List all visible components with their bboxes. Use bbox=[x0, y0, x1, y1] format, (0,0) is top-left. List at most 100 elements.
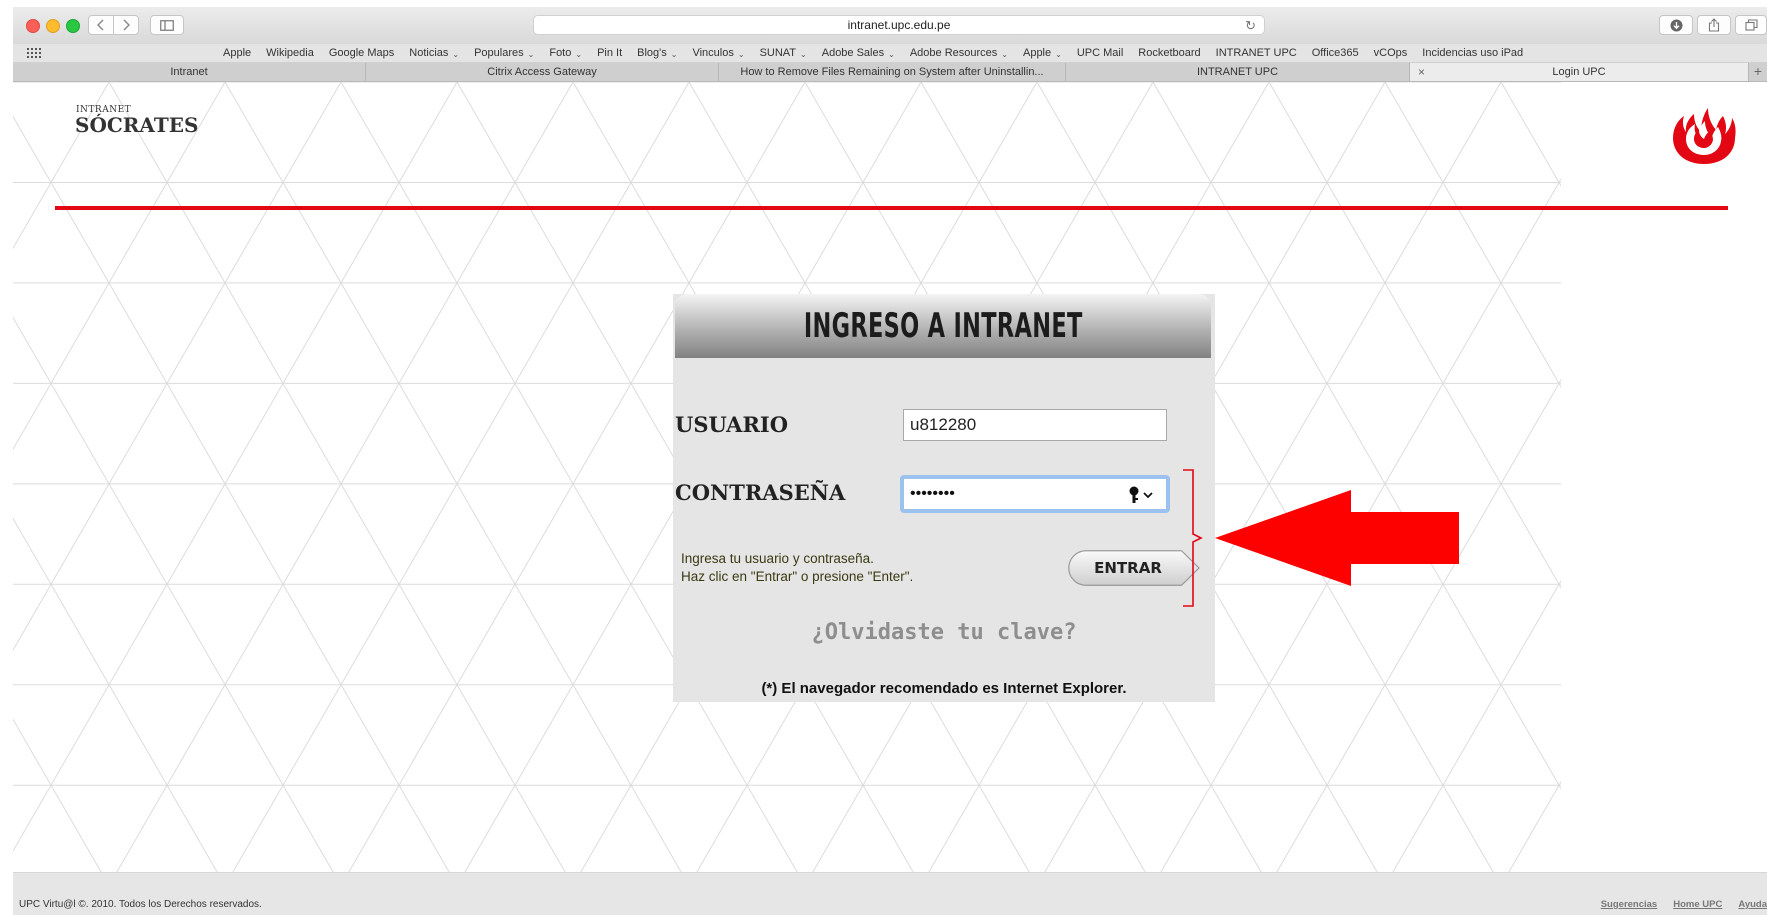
tabs-overview-icon bbox=[1744, 19, 1758, 31]
bookmark-label: Apple bbox=[1022, 47, 1052, 59]
download-icon bbox=[1670, 19, 1682, 31]
address-bar[interactable]: intranet.upc.edu.pe ↻ bbox=[533, 15, 1265, 35]
chevron-down-icon: ⌄ bbox=[800, 49, 807, 59]
share-icon bbox=[1708, 18, 1720, 32]
browser-toolbar: intranet.upc.edu.pe ↻ bbox=[13, 7, 1767, 44]
footer-link-home-upc[interactable]: Home UPC bbox=[1673, 899, 1722, 910]
chevron-down-icon: ⌄ bbox=[1055, 49, 1062, 59]
login-title: INGRESO A INTRANET bbox=[803, 306, 1083, 346]
bookmark-item[interactable]: Apple ⌄ bbox=[1023, 47, 1062, 59]
close-window-button[interactable] bbox=[26, 19, 40, 33]
bookmark-item[interactable]: Apple bbox=[223, 47, 251, 59]
bookmark-item[interactable]: Populares ⌄ bbox=[474, 47, 534, 59]
bookmark-item[interactable]: Blog's ⌄ bbox=[637, 47, 677, 59]
bookmark-item[interactable]: Adobe Resources ⌄ bbox=[910, 47, 1008, 59]
bookmark-label: Adobe Sales bbox=[821, 47, 885, 59]
close-tab-icon[interactable]: × bbox=[1418, 63, 1425, 81]
chevron-down-icon: ⌄ bbox=[527, 49, 535, 59]
bookmark-label: Office365 bbox=[1311, 47, 1359, 59]
reload-icon[interactable]: ↻ bbox=[1245, 18, 1256, 34]
login-hint-line: Haz clic en "Entrar" o presione "Enter". bbox=[681, 569, 914, 584]
bookmark-label: Rocketboard bbox=[1138, 47, 1201, 59]
bookmark-item[interactable]: Office365 bbox=[1312, 47, 1359, 59]
browser-window: intranet.upc.edu.pe ↻ Apple Wikipedia Goog… bbox=[0, 0, 1767, 915]
password-input[interactable] bbox=[906, 481, 1116, 507]
tab-intranet-upc[interactable]: INTRANET UPC bbox=[1066, 63, 1410, 81]
annotation-arrow-icon bbox=[1215, 490, 1459, 586]
bookmarks-list: Apple Wikipedia Google Maps Noticias ⌄ Popula… bbox=[223, 47, 1523, 59]
tab-login-upc[interactable]: × Login UPC bbox=[1410, 63, 1749, 81]
show-tabs-button[interactable] bbox=[1735, 15, 1767, 35]
bookmark-item[interactable]: Incidencias uso iPad bbox=[1422, 47, 1523, 59]
login-panel: INGRESO A INTRANET USUARIO CONTRASEÑA In… bbox=[673, 294, 1215, 702]
bookmark-item[interactable]: Adobe Sales ⌄ bbox=[822, 47, 895, 59]
header-divider bbox=[55, 206, 1728, 210]
bookmark-item[interactable]: Google Maps bbox=[329, 47, 394, 59]
footer-link-ayuda[interactable]: Ayuda bbox=[1738, 899, 1767, 910]
bookmark-label: Blog's bbox=[637, 47, 667, 59]
bookmark-label: Apple bbox=[223, 47, 252, 59]
minimize-window-button[interactable] bbox=[46, 19, 60, 33]
new-tab-button[interactable]: + bbox=[1749, 63, 1767, 81]
bookmark-item[interactable]: Noticias ⌄ bbox=[409, 47, 459, 59]
chevron-down-icon: ⌄ bbox=[737, 49, 745, 59]
chevron-down-icon: ⌄ bbox=[575, 49, 583, 59]
chevron-left-icon bbox=[97, 19, 104, 31]
downloads-button[interactable] bbox=[1659, 15, 1693, 35]
bookmark-label: Populares bbox=[474, 47, 524, 59]
bookmark-item[interactable]: Foto ⌄ bbox=[549, 47, 582, 59]
tab-label: Intranet bbox=[170, 66, 208, 78]
url-text: intranet.upc.edu.pe bbox=[847, 18, 951, 32]
back-button[interactable] bbox=[88, 15, 114, 35]
bookmark-label: Pin It bbox=[597, 47, 623, 59]
bookmark-item[interactable]: Vinculos ⌄ bbox=[692, 47, 744, 59]
upc-flame-logo-icon[interactable] bbox=[1670, 106, 1738, 166]
tab-intranet[interactable]: Intranet bbox=[13, 63, 366, 81]
chevron-down-icon: ⌄ bbox=[452, 49, 460, 59]
tab-how-to-remove-files[interactable]: How to Remove Files Remaining on System … bbox=[719, 63, 1066, 81]
bookmark-item[interactable]: SUNAT ⌄ bbox=[760, 47, 807, 59]
forward-button[interactable] bbox=[113, 15, 139, 35]
bookmark-label: UPC Mail bbox=[1076, 47, 1124, 59]
footer-links: Sugerencias Home UPC Ayuda bbox=[1601, 899, 1767, 910]
tab-citrix-access-gateway[interactable]: Citrix Access Gateway bbox=[366, 63, 719, 81]
annotation-bracket bbox=[1183, 469, 1203, 607]
usuario-input[interactable] bbox=[903, 409, 1167, 441]
bookmark-item[interactable]: INTRANET UPC bbox=[1216, 47, 1297, 59]
bookmark-label: INTRANET UPC bbox=[1215, 47, 1297, 59]
top-sites-grid-icon[interactable] bbox=[26, 47, 42, 58]
bookmark-label: SUNAT bbox=[759, 47, 797, 59]
sidebar-button[interactable] bbox=[150, 15, 184, 35]
tab-strip: Intranet Citrix Access Gateway How to Re… bbox=[13, 63, 1767, 82]
chevron-down-icon: ⌄ bbox=[670, 49, 678, 59]
contrasena-label: CONTRASEÑA bbox=[675, 480, 846, 505]
zoom-window-button[interactable] bbox=[66, 19, 80, 33]
bookmark-label: Vinculos bbox=[692, 47, 734, 59]
login-hint: Ingresa tu usuario y contraseña. Haz cli… bbox=[681, 550, 913, 586]
site-logo[interactable]: SÓCRATES bbox=[75, 113, 198, 137]
bookmark-item[interactable]: Pin It bbox=[597, 47, 622, 59]
tab-label: Login UPC bbox=[1552, 66, 1606, 78]
bookmark-label: Adobe Resources bbox=[909, 47, 998, 59]
bookmark-item[interactable]: Rocketboard bbox=[1138, 47, 1200, 59]
key-autofill-icon[interactable] bbox=[1126, 485, 1156, 505]
login-hint-line: Ingresa tu usuario y contraseña. bbox=[681, 551, 874, 566]
bookmark-item[interactable]: vCOps bbox=[1374, 47, 1408, 59]
footer-link-sugerencias[interactable]: Sugerencias bbox=[1601, 899, 1658, 910]
site-header: INTRANET SÓCRATES bbox=[13, 82, 1767, 192]
bookmark-label: Incidencias uso iPad bbox=[1422, 47, 1524, 59]
bookmark-label: Foto bbox=[549, 47, 572, 59]
chevron-down-icon: ⌄ bbox=[888, 49, 895, 59]
bookmarks-bar: Apple Wikipedia Google Maps Noticias ⌄ Popula… bbox=[13, 44, 1767, 63]
share-button[interactable] bbox=[1697, 15, 1731, 35]
tab-label: Citrix Access Gateway bbox=[487, 66, 597, 78]
chevron-right-icon bbox=[123, 19, 130, 31]
bookmark-item[interactable]: UPC Mail bbox=[1077, 47, 1123, 59]
bookmark-item[interactable]: Wikipedia bbox=[266, 47, 314, 59]
forgot-password-link[interactable]: ¿Olvidaste tu clave? bbox=[673, 620, 1215, 645]
usuario-label: USUARIO bbox=[675, 412, 789, 437]
password-field[interactable] bbox=[900, 475, 1170, 513]
tab-label: How to Remove Files Remaining on System … bbox=[740, 66, 1044, 78]
login-panel-header: INGRESO A INTRANET bbox=[675, 294, 1211, 358]
copyright-text: UPC Virtu@l ©. 2010. Todos los Derechos … bbox=[19, 899, 262, 910]
